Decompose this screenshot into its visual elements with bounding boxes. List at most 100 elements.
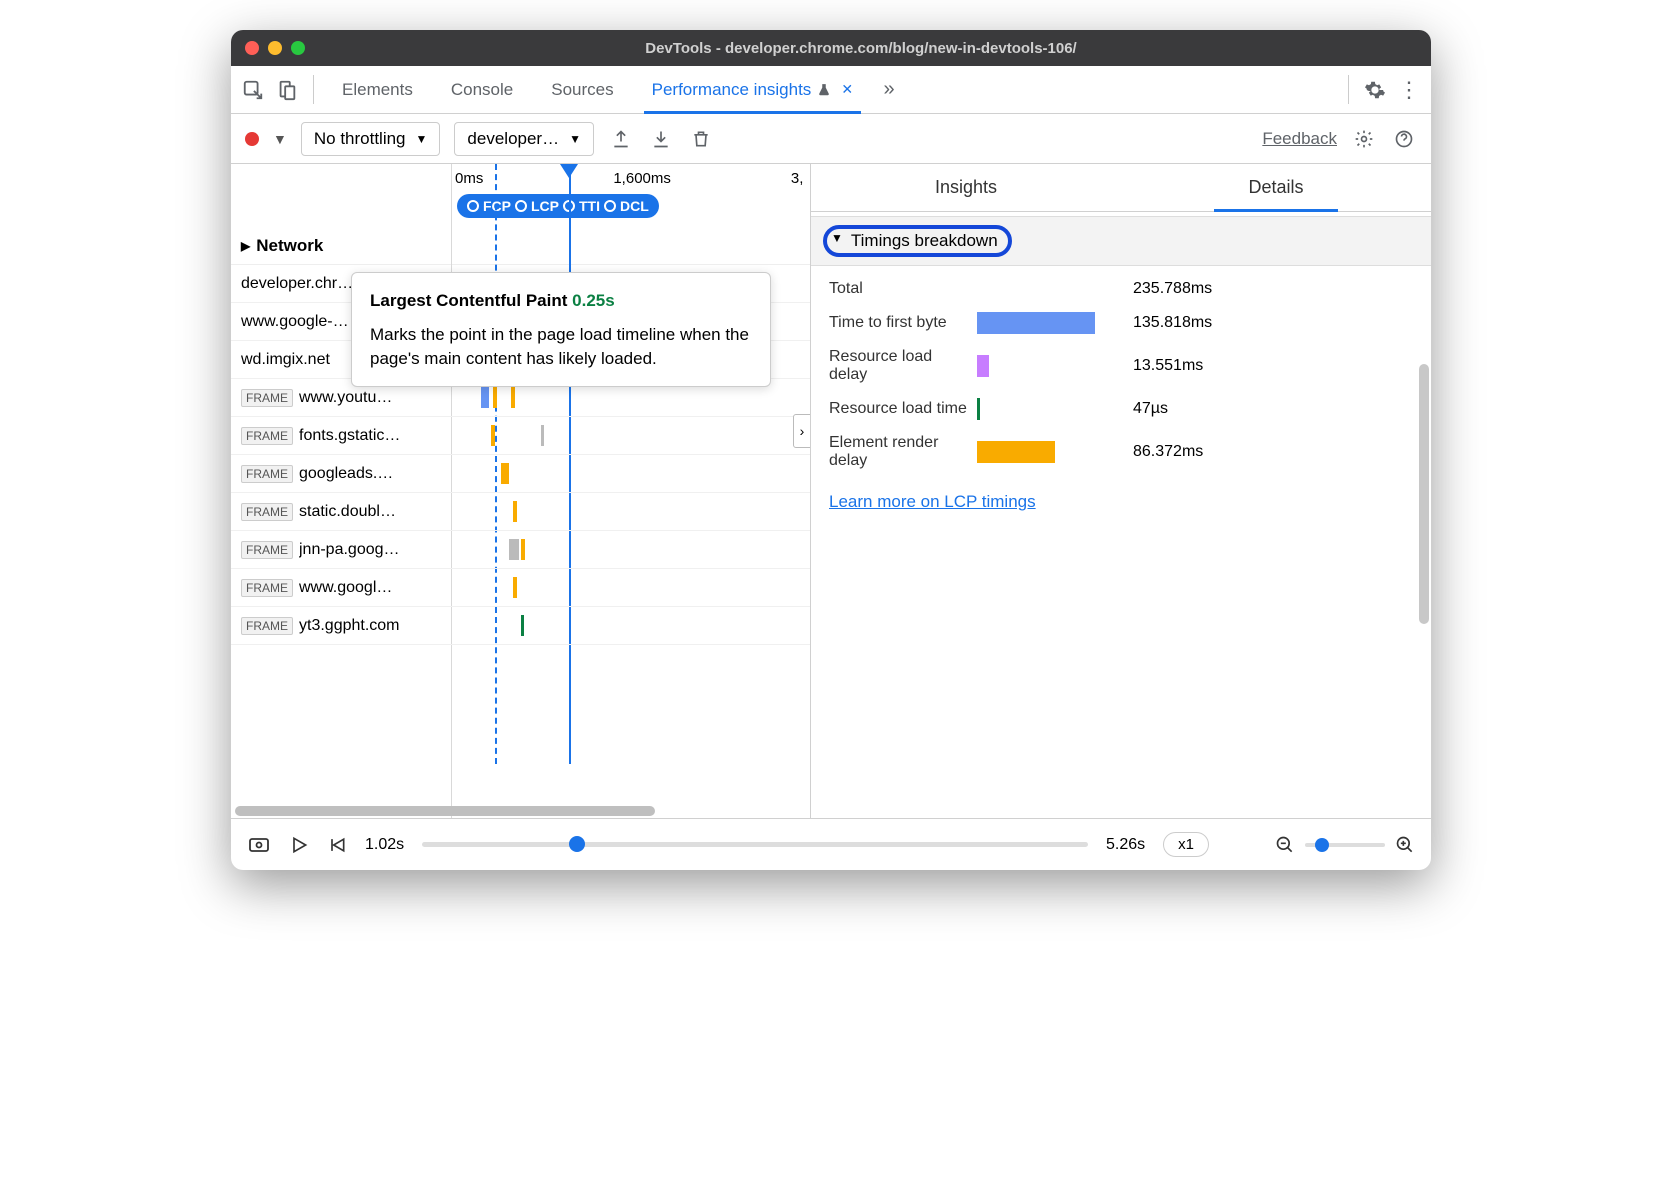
eye-icon[interactable] [247,833,271,857]
tooltip-desc: Marks the point in the page load timelin… [370,323,752,371]
tab-label: Performance insights [652,80,812,100]
learn-more-link[interactable]: Learn more on LCP timings [811,484,1054,520]
network-row[interactable]: FRAME googleads.… [231,455,810,493]
upload-icon[interactable] [608,126,634,152]
details-panel: Insights Details ▼ Timings breakdown Tot… [811,164,1431,818]
metric-value: 235.788ms [1125,280,1413,298]
collapse-icon: ▼ [831,231,843,251]
v-scrollbar[interactable] [1419,364,1429,624]
origin-label: developer… [467,129,559,149]
time-start: 1.02s [365,836,404,854]
feedback-link[interactable]: Feedback [1262,129,1337,149]
metric-label: Time to first byte [829,314,969,332]
device-toggle-icon[interactable] [273,76,301,104]
host-label: yt3.ggpht.com [299,617,489,635]
trash-icon[interactable] [688,126,714,152]
lcp-tooltip: Largest Contentful Paint 0.25s Marks the… [351,272,771,387]
network-row[interactable]: FRAME fonts.gstatic… [231,417,810,455]
frame-badge: FRAME [241,465,293,483]
metric-bar [977,355,1117,377]
metric-value: 47µs [1125,400,1413,418]
panel-settings-icon[interactable] [1351,126,1377,152]
network-row[interactable]: FRAME jnn-pa.goog… [231,531,810,569]
network-row[interactable]: FRAME yt3.ggpht.com [231,607,810,645]
help-icon[interactable] [1391,126,1417,152]
metric-value: 13.551ms [1125,357,1413,375]
throttling-select[interactable]: No throttling ▼ [301,122,441,156]
chevron-down-icon: ▼ [569,132,581,146]
expand-handle[interactable]: › [793,414,811,448]
zoom-in-icon[interactable] [1395,835,1415,855]
tooltip-title: Largest Contentful Paint [370,291,567,310]
titlebar: DevTools - developer.chrome.com/blog/new… [231,30,1431,66]
timing-markers-pill[interactable]: FCP LCP TTI DCL [457,194,659,218]
frame-badge: FRAME [241,579,293,597]
tab-insights[interactable]: Insights [811,164,1121,211]
metric-bar [977,398,1117,420]
network-section-header[interactable]: ▶ Network [231,228,810,265]
tab-sources[interactable]: Sources [535,66,629,113]
host-label: www.googl… [299,579,489,597]
tab-details[interactable]: Details [1121,164,1431,211]
frame-badge: FRAME [241,389,293,407]
metric-label: Resource load time [829,400,969,418]
zoom-slider[interactable] [1305,843,1385,847]
inspect-icon[interactable] [239,76,267,104]
record-button[interactable] [245,132,259,146]
more-tabs-icon[interactable]: » [875,76,903,104]
zoom-out-icon[interactable] [1275,835,1295,855]
window-title: DevTools - developer.chrome.com/blog/new… [305,40,1417,57]
timings-breakdown-header[interactable]: ▼ Timings breakdown [823,225,1012,257]
tab-strip: Elements Console Sources Performance ins… [231,66,1431,114]
speed-pill[interactable]: x1 [1163,832,1209,857]
metric-bar [977,312,1117,334]
close-window[interactable] [245,41,259,55]
metric-value: 86.372ms [1125,443,1413,461]
expand-icon: ▶ [241,239,250,253]
frame-badge: FRAME [241,541,293,559]
host-label: jnn-pa.goog… [299,541,489,559]
kebab-menu-icon[interactable]: ⋮ [1395,76,1423,104]
network-label: Network [256,236,323,256]
tick-0: 0ms [455,170,483,187]
rewind-button[interactable] [327,835,347,855]
metric-bar [977,441,1117,463]
tick-1: 1,600ms [613,170,671,187]
footer: 1.02s 5.26s x1 [231,818,1431,870]
host-label: fonts.gstatic… [299,427,489,445]
host-label: googleads.… [299,465,489,483]
record-dropdown[interactable]: ▼ [273,131,287,147]
metric-value: 135.818ms [1125,314,1413,332]
chevron-down-icon: ▼ [416,132,428,146]
frame-badge: FRAME [241,617,293,635]
minimize-window[interactable] [268,41,282,55]
host-label: www.youtu… [299,389,489,407]
metric-label: Resource load delay [829,348,969,384]
flask-icon [817,83,831,97]
host-label: static.doubl… [299,503,489,521]
throttling-label: No throttling [314,129,406,149]
frame-badge: FRAME [241,427,293,445]
play-button[interactable] [289,835,309,855]
origin-select[interactable]: developer… ▼ [454,122,594,156]
tab-console[interactable]: Console [435,66,529,113]
time-slider[interactable] [422,842,1088,847]
toolbar: ▼ No throttling ▼ developer… ▼ Feedback [231,114,1431,164]
network-row[interactable]: FRAME www.googl… [231,569,810,607]
section-label: Timings breakdown [851,231,998,251]
frame-badge: FRAME [241,503,293,521]
h-scrollbar[interactable] [235,806,655,816]
close-tab-icon[interactable]: ✕ [841,81,853,98]
tab-performance-insights[interactable]: Performance insights ✕ [636,66,869,113]
network-row[interactable]: FRAME static.doubl… [231,493,810,531]
tick-2: 3, [791,170,804,187]
download-icon[interactable] [648,126,674,152]
tooltip-value: 0.25s [572,291,615,310]
timeline-panel: 0ms 1,600ms 3, FCP LCP TTI DCL ▶ Network… [231,164,811,818]
playhead-marker[interactable] [569,164,578,178]
time-end: 5.26s [1106,836,1145,854]
settings-icon[interactable] [1361,76,1389,104]
metric-label: Total [829,280,969,298]
tab-elements[interactable]: Elements [326,66,429,113]
maximize-window[interactable] [291,41,305,55]
